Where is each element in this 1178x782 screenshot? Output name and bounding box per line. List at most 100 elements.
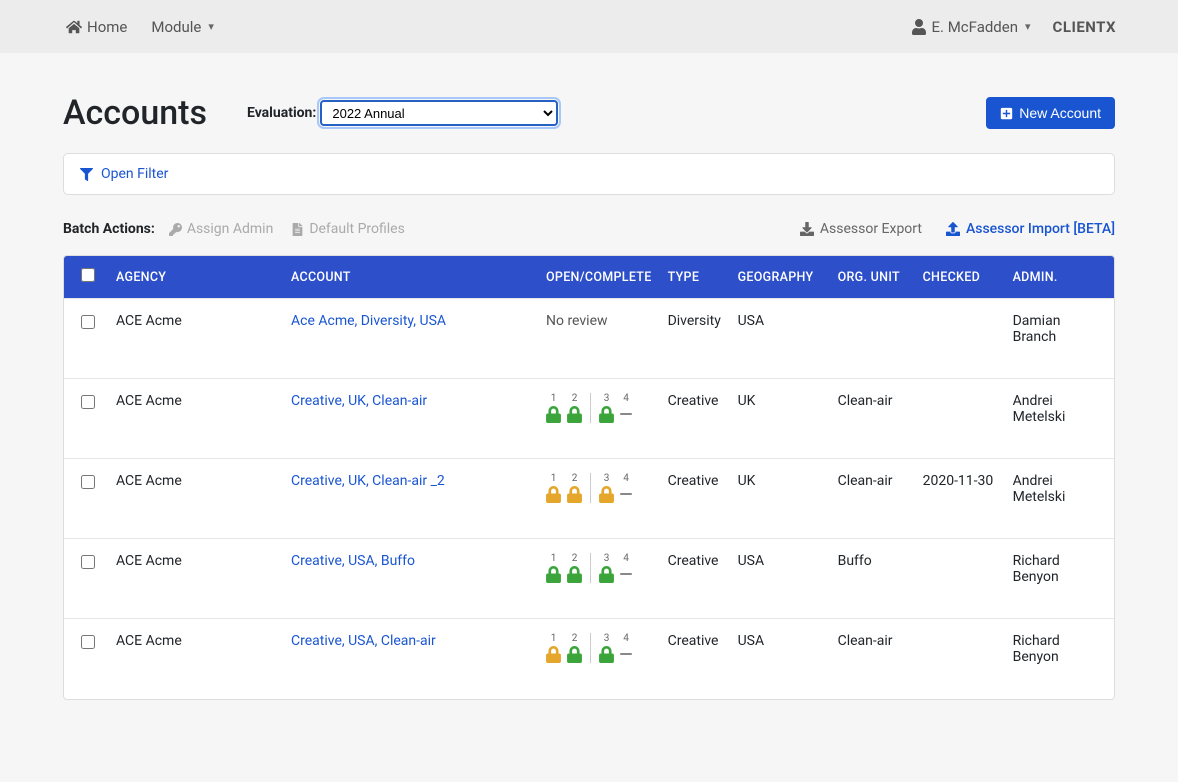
table-body: ACE Acme Ace Acme, Diversity, USA No revie… [64,299,1114,699]
select-all-checkbox[interactable] [81,268,95,282]
col-admin[interactable]: ADMIN. [1005,256,1114,299]
default-profiles-label: Default Profiles [309,221,405,237]
lock-number: 2 [572,473,578,484]
open-filter-link[interactable]: Open Filter [80,166,1098,182]
lock-status-3: 3 [599,633,614,663]
row-checkbox[interactable] [81,315,95,329]
lock-status-4: 4 [620,633,632,663]
cell-geography: USA [730,619,830,699]
row-checkbox[interactable] [81,555,95,569]
new-account-button[interactable]: New Account [986,97,1115,129]
cell-org-unit: Clean-air [830,459,915,539]
lock-number: 4 [623,633,629,644]
evaluation-group: Evaluation: 2022 Annual [247,100,558,126]
cell-type: Creative [660,539,730,619]
home-icon [66,19,82,35]
page-header: Accounts Evaluation: 2022 Annual New Acc… [63,93,1115,133]
cell-open-complete: 1 2 3 4 [538,539,660,619]
action-row: Batch Actions: Assign Admin Default Prof… [63,221,1115,237]
cell-geography: USA [730,539,830,619]
lock-number: 3 [604,553,610,564]
lock-status-4: 4 [620,553,632,583]
row-checkbox[interactable] [81,635,95,649]
cell-geography: USA [730,299,830,379]
cell-type: Diversity [660,299,730,379]
cell-geography: UK [730,379,830,459]
evaluation-select[interactable]: 2022 Annual [320,100,558,126]
table-row: ACE Acme Creative, UK, Clean-air 1234Creat… [64,379,1114,459]
evaluation-label: Evaluation: [247,105,316,121]
lock-icon [546,566,561,583]
nav-user[interactable]: E. McFadden ▾ [911,18,1031,36]
dash-icon [620,413,632,415]
lock-number: 2 [572,633,578,644]
lock-number: 3 [604,473,610,484]
lock-status-4: 4 [620,393,632,423]
lock-status-3: 3 [599,393,614,423]
col-agency[interactable]: AGENCY [108,256,283,299]
cell-open-complete: 1234 [538,619,660,699]
col-checked[interactable]: CHECKED [915,256,1005,299]
lock-status-2: 2 [567,633,582,663]
lock-icon [599,566,614,583]
cell-type: Creative [660,619,730,699]
default-profiles-action[interactable]: Default Profiles [291,221,405,237]
cell-agency: ACE Acme [108,619,283,699]
cell-agency: ACE Acme [108,379,283,459]
lock-icon [546,646,561,663]
cell-type: Creative [660,459,730,539]
lock-status-4: 4 [620,473,632,503]
col-org-unit[interactable]: ORG. UNIT [830,256,915,299]
account-link[interactable]: Creative, UK, Clean-air _2 [291,473,445,489]
brand-logo: CLIENTX [1053,18,1116,36]
col-geography[interactable]: GEOGRAPHY [730,256,830,299]
col-type[interactable]: TYPE [660,256,730,299]
row-checkbox[interactable] [81,475,95,489]
lock-icon [546,406,561,423]
cell-org-unit: Clean-air [830,619,915,699]
cell-admin: Andrei Metelski [1005,379,1114,459]
cell-geography: UK [730,459,830,539]
no-review-text: No review [546,313,608,329]
lock-number: 4 [623,553,629,564]
table-header: AGENCY ACCOUNT OPEN/COMPLETE TYPE GEOGRA… [64,256,1114,299]
cell-type: Creative [660,379,730,459]
cell-open-complete: 1234 [538,379,660,459]
nav-module[interactable]: Module ▾ [151,18,214,36]
account-link[interactable]: Creative, USA, Clean-air [291,633,436,649]
lock-status-1: 1 [546,553,561,583]
lock-icon [567,566,582,583]
col-open-complete[interactable]: OPEN/COMPLETE [538,256,660,299]
col-account[interactable]: ACCOUNT [283,256,538,299]
accounts-table: AGENCY ACCOUNT OPEN/COMPLETE TYPE GEOGRA… [64,256,1114,699]
table-row: ACE Acme Creative, UK, Clean-air _2 12 3 4 Cr… [64,459,1114,539]
lock-number: 1 [551,393,557,404]
account-link[interactable]: Creative, UK, Clean-air [291,393,427,409]
download-icon [800,222,814,236]
assessor-import-label: Assessor Import [BETA] [966,221,1115,237]
assessor-export-link[interactable]: Assessor Export [800,221,922,237]
lock-icon [599,486,614,503]
lock-number: 2 [572,553,578,564]
lock-status-1: 1 [546,393,561,423]
row-checkbox[interactable] [81,395,95,409]
file-icon [291,223,304,236]
account-link[interactable]: Creative, USA, Buffo [291,553,415,569]
lock-status-3: 3 [599,473,614,503]
cell-admin: Richard Benyon [1005,539,1114,619]
assign-admin-label: Assign Admin [187,221,274,237]
lock-number: 1 [551,553,557,564]
account-link[interactable]: Ace Acme, Diversity, USA [291,313,446,329]
batch-actions-label: Batch Actions: [63,221,155,237]
accounts-table-wrap: AGENCY ACCOUNT OPEN/COMPLETE TYPE GEOGRA… [63,255,1115,700]
cell-org-unit [830,299,915,379]
lock-number: 4 [623,473,629,484]
lock-icon [567,406,582,423]
assessor-import-link[interactable]: Assessor Import [BETA] [946,221,1115,237]
assign-admin-action[interactable]: Assign Admin [169,221,274,237]
nav-home[interactable]: Home [66,18,127,36]
cell-agency: ACE Acme [108,459,283,539]
lock-status-1: 1 [546,473,561,503]
assessor-export-label: Assessor Export [820,221,922,237]
new-account-label: New Account [1019,105,1101,121]
